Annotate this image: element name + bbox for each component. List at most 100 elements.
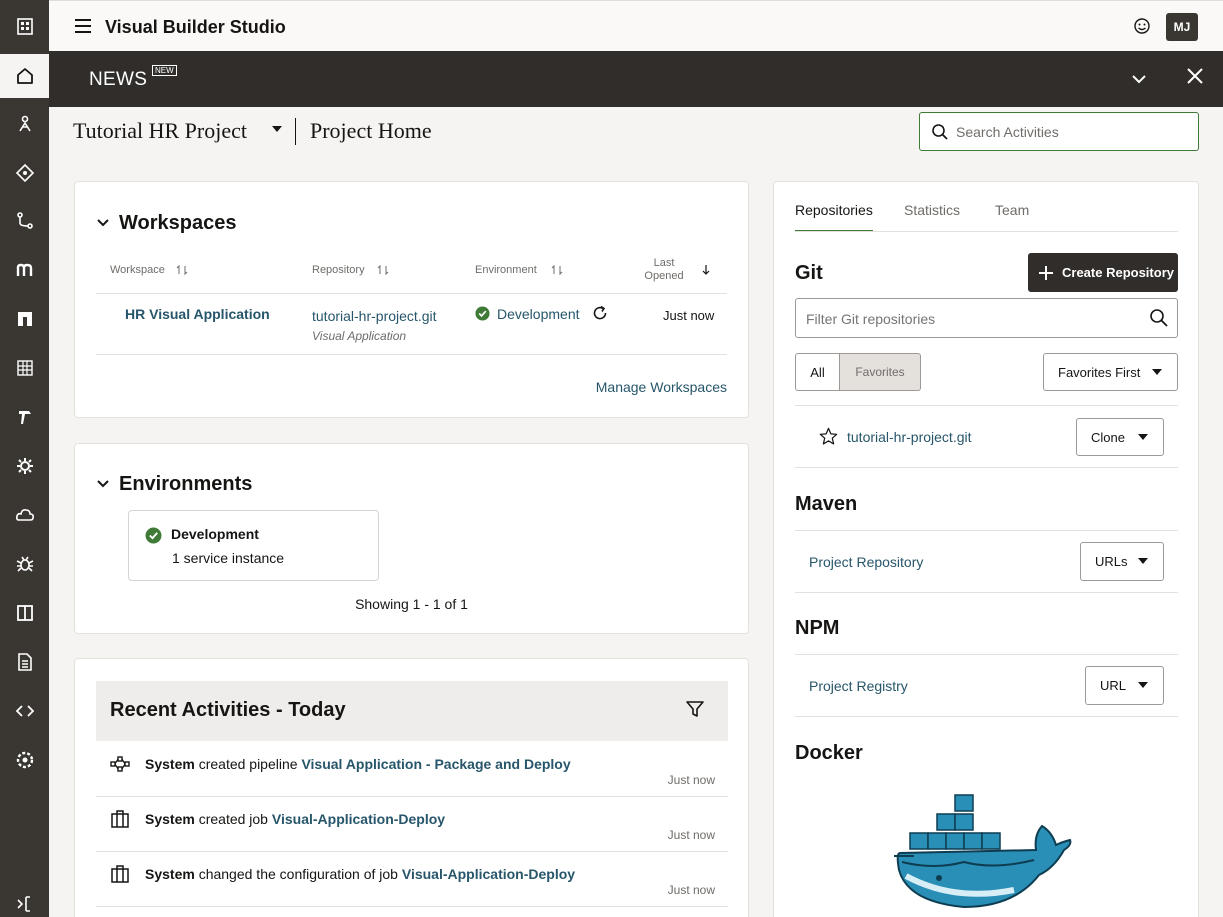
- toggle-favorites-button[interactable]: Favorites: [840, 353, 921, 391]
- board-icon[interactable]: [0, 297, 49, 341]
- sort-icon[interactable]: [176, 264, 188, 276]
- filter-git-input[interactable]: [806, 309, 1126, 329]
- code-icon[interactable]: [0, 689, 49, 733]
- create-repository-label: Create Repository: [1062, 265, 1174, 280]
- bug-icon[interactable]: [0, 542, 49, 586]
- split-view-icon[interactable]: [0, 591, 49, 635]
- git-branch-icon[interactable]: [0, 199, 49, 243]
- column-header-repository[interactable]: Repository: [312, 264, 365, 276]
- project-selector[interactable]: Tutorial HR Project: [73, 118, 247, 144]
- git-title: Git: [795, 262, 823, 284]
- environment-name: Development: [171, 526, 259, 542]
- urls-button-label: URLs: [1095, 554, 1128, 569]
- news-label[interactable]: NEWS: [89, 69, 147, 91]
- caret-down-icon: [1138, 558, 1148, 564]
- refresh-icon[interactable]: [591, 304, 609, 322]
- plus-icon: [1039, 265, 1053, 280]
- environments-card: Environments Development 1 service insta…: [74, 443, 749, 634]
- maven-icon[interactable]: [0, 248, 49, 292]
- divider: [795, 654, 1178, 655]
- sort-desc-arrow-icon[interactable]: [700, 264, 712, 276]
- sort-icon[interactable]: [551, 264, 563, 276]
- repository-link[interactable]: tutorial-hr-project.git: [847, 429, 972, 445]
- activity-time: Just now: [667, 773, 715, 787]
- expand-rail-icon[interactable]: [0, 882, 49, 917]
- search-activities-field: [919, 112, 1199, 151]
- repository-type: Visual Application: [312, 329, 407, 343]
- cloud-icon[interactable]: [0, 493, 49, 537]
- admin-gear-icon[interactable]: [0, 738, 49, 782]
- document-icon[interactable]: [0, 640, 49, 684]
- activity-target-link[interactable]: Visual Application - Package and Deploy: [301, 756, 570, 772]
- title-divider: [295, 118, 296, 145]
- chevron-down-icon[interactable]: [96, 216, 110, 230]
- caret-down-icon: [1152, 369, 1162, 375]
- url-button[interactable]: URL: [1085, 666, 1164, 705]
- new-badge: NEW: [152, 65, 177, 76]
- activities-header: Recent Activities - Today: [96, 681, 728, 741]
- caret-down-icon: [1138, 434, 1148, 440]
- divider: [795, 716, 1178, 717]
- organization-icon[interactable]: [0, 4, 49, 48]
- tab-repositories[interactable]: Repositories: [795, 202, 873, 232]
- news-bar: NEWS NEW: [49, 51, 1223, 107]
- clone-button[interactable]: Clone: [1076, 418, 1164, 456]
- feedback-smiley-icon[interactable]: [1133, 17, 1151, 35]
- last-opened-value: Just now: [663, 308, 715, 323]
- activities-title: Recent Activities - Today: [110, 699, 346, 721]
- activity-actor: System: [145, 811, 195, 827]
- column-header-environment[interactable]: Environment: [475, 264, 537, 276]
- tab-statistics[interactable]: Statistics: [904, 202, 960, 230]
- close-icon[interactable]: [1185, 66, 1205, 86]
- app-title: Visual Builder Studio: [105, 17, 286, 37]
- activity-target-link[interactable]: Visual-Application-Deploy: [272, 811, 445, 827]
- sort-select[interactable]: Favorites First: [1043, 353, 1178, 391]
- environment-tile[interactable]: Development 1 service instance: [128, 510, 379, 581]
- user-avatar[interactable]: MJ: [1166, 13, 1198, 41]
- project-registry-link[interactable]: Project Registry: [809, 678, 908, 694]
- create-repository-button[interactable]: Create Repository: [1028, 253, 1178, 292]
- grid-icon[interactable]: [0, 346, 49, 390]
- divider: [96, 293, 727, 294]
- home-icon[interactable]: [0, 54, 49, 98]
- search-icon[interactable]: [1149, 308, 1169, 328]
- menu-icon[interactable]: [75, 19, 91, 33]
- toggle-all-button[interactable]: All: [795, 353, 840, 391]
- column-header-workspace[interactable]: Workspace: [110, 264, 165, 276]
- maven-title: Maven: [795, 493, 858, 515]
- environment-detail: 1 service instance: [172, 550, 285, 566]
- people-icon[interactable]: [0, 102, 49, 146]
- paging-info: Showing 1 - 1 of 1: [355, 596, 468, 612]
- url-button-label: URL: [1100, 678, 1127, 693]
- chevron-down-icon[interactable]: [1130, 70, 1148, 88]
- build-hammer-icon[interactable]: [0, 395, 49, 439]
- success-check-icon: [475, 306, 490, 321]
- urls-button[interactable]: URLs: [1080, 542, 1164, 581]
- environment-link[interactable]: Development: [497, 306, 580, 322]
- activity-time: Just now: [667, 883, 715, 897]
- column-header-last-opened[interactable]: Last Opened: [641, 257, 687, 283]
- activity-text: System created job Visual-Application-De…: [145, 811, 445, 827]
- filter-icon[interactable]: [685, 699, 705, 719]
- activity-item: System created pipeline Visual Applicati…: [96, 742, 728, 797]
- divider: [795, 530, 1178, 531]
- sort-icon[interactable]: [377, 264, 389, 276]
- project-repository-link[interactable]: Project Repository: [809, 554, 923, 570]
- settings-cog-icon[interactable]: [0, 444, 49, 488]
- activity-target-link[interactable]: Visual-Application-Deploy: [402, 866, 575, 882]
- divider: [795, 405, 1178, 406]
- repository-link[interactable]: tutorial-hr-project.git: [312, 308, 437, 324]
- search-icon: [932, 124, 948, 140]
- search-input[interactable]: [956, 121, 1186, 143]
- workspaces-title: Workspaces: [119, 212, 237, 234]
- manage-workspaces-link[interactable]: Manage Workspaces: [596, 379, 727, 395]
- page-title: Project Home: [310, 118, 432, 143]
- chevron-down-icon[interactable]: [96, 477, 110, 491]
- recent-activities-card: Recent Activities - Today System created…: [74, 658, 749, 917]
- tag-icon[interactable]: [0, 151, 49, 195]
- nav-rail: [0, 0, 49, 917]
- tab-team[interactable]: Team: [995, 202, 1029, 230]
- workspace-link[interactable]: HR Visual Application: [125, 306, 270, 322]
- star-outline-icon[interactable]: [819, 427, 838, 446]
- caret-down-icon[interactable]: [272, 126, 282, 132]
